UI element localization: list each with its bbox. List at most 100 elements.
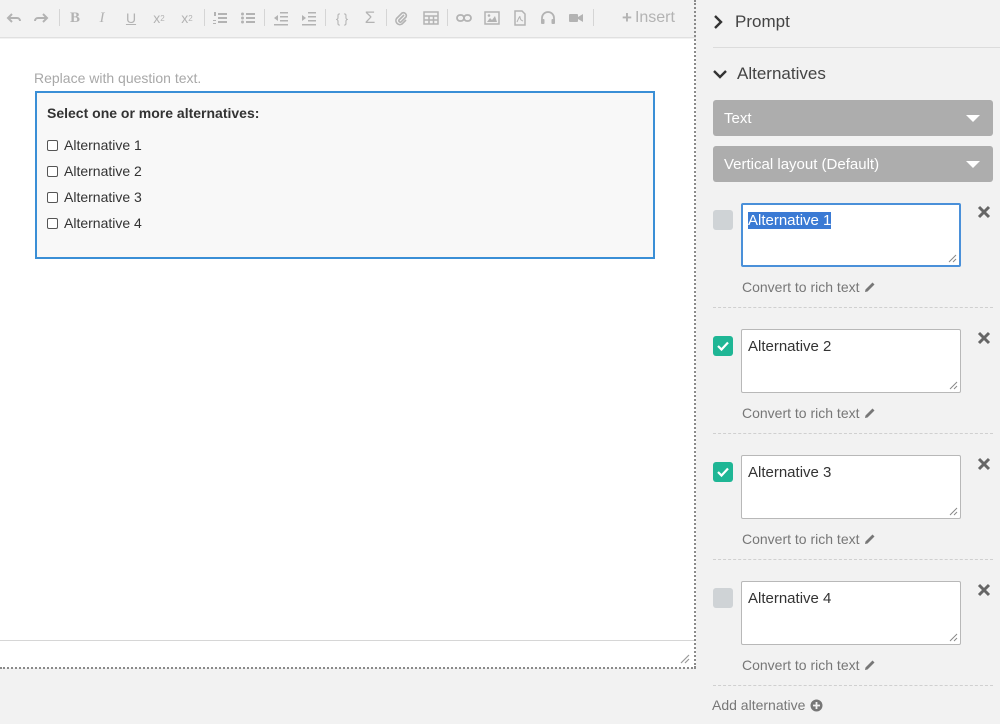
insert-button[interactable]: + Insert <box>622 8 675 28</box>
remove-icon[interactable] <box>977 583 991 597</box>
checkmark-icon <box>717 341 729 352</box>
underline-icon[interactable]: U <box>120 8 142 28</box>
correct-checkbox[interactable] <box>713 210 733 230</box>
remove-icon[interactable] <box>977 205 991 219</box>
question-text-placeholder[interactable]: Replace with question text. <box>34 70 201 86</box>
indent-icon[interactable] <box>298 8 320 28</box>
divider <box>713 47 1000 48</box>
choice-preview-item: Alternative 4 <box>47 215 142 231</box>
attachment-icon[interactable] <box>390 8 412 28</box>
choice-prompt: Select one or more alternatives: <box>47 105 260 121</box>
question-editor: B I U x2 x2 { } Σ + Insert Replace with … <box>0 0 696 724</box>
alternative-type-value: Text <box>724 109 752 127</box>
toolbar-separator <box>59 9 60 26</box>
prompt-section-label: Prompt <box>735 12 790 31</box>
add-alternative-label: Add alternative <box>712 697 806 713</box>
panel-splitter[interactable] <box>694 0 696 668</box>
pencil-icon <box>864 282 874 292</box>
divider <box>713 685 993 686</box>
correct-checkbox[interactable] <box>713 462 733 482</box>
prompt-section-toggle[interactable]: Prompt <box>711 12 790 32</box>
plus-icon: + <box>622 8 632 27</box>
caret-down-icon <box>966 161 980 168</box>
plus-circle-icon <box>810 699 823 711</box>
convert-to-rich-text-link[interactable]: Convert to rich text <box>742 531 876 547</box>
textarea-resize-icon[interactable] <box>949 507 958 516</box>
table-icon[interactable] <box>420 8 442 28</box>
chevron-right-icon <box>714 15 723 29</box>
editor-toolbar: B I U x2 x2 { } Σ + Insert <box>0 0 696 38</box>
pencil-icon <box>864 534 874 544</box>
superscript-icon[interactable]: x2 <box>176 8 198 28</box>
italic-icon[interactable]: I <box>91 8 113 28</box>
caret-down-icon <box>966 115 980 122</box>
choice-label: Alternative 4 <box>64 215 142 231</box>
toolbar-separator <box>264 9 265 26</box>
editor-canvas[interactable]: Replace with question text. Select one o… <box>0 39 696 640</box>
toolbar-separator <box>447 9 448 26</box>
sigma-icon[interactable]: Σ <box>359 8 381 28</box>
alternative-text-input[interactable]: Alternative 1 <box>741 203 961 267</box>
correct-checkbox[interactable] <box>713 588 733 608</box>
code-braces-icon[interactable]: { } <box>331 8 353 28</box>
alternative-item: Alternative 1 Convert to rich text <box>697 203 1000 329</box>
choice-preview-item: Alternative 2 <box>47 163 142 179</box>
textarea-resize-icon[interactable] <box>949 633 958 642</box>
remove-icon[interactable] <box>977 457 991 471</box>
alternative-text-input[interactable]: Alternative 3 <box>741 455 961 519</box>
convert-to-rich-text-link[interactable]: Convert to rich text <box>742 405 876 421</box>
properties-panel: Prompt Alternatives Text Vertical layout… <box>697 0 1000 724</box>
choice-label: Alternative 3 <box>64 189 142 205</box>
alternative-text-input[interactable]: Alternative 4 <box>741 581 961 645</box>
resize-grip-icon[interactable] <box>680 654 690 664</box>
outdent-icon[interactable] <box>270 8 292 28</box>
alternative-item: Alternative 3 Convert to rich text <box>697 455 1000 581</box>
image-icon[interactable] <box>481 8 503 28</box>
unordered-list-icon[interactable] <box>237 8 259 28</box>
add-alternative-button[interactable]: Add alternative <box>712 697 823 713</box>
choice-interaction-block[interactable]: Select one or more alternatives: Alterna… <box>35 91 655 259</box>
remove-icon[interactable] <box>977 331 991 345</box>
alternatives-section-label: Alternatives <box>737 64 826 83</box>
alternative-text-input[interactable]: Alternative 2 <box>741 329 961 393</box>
editor-statusbar <box>0 640 696 668</box>
pencil-icon <box>864 660 874 670</box>
choice-label: Alternative 2 <box>64 163 142 179</box>
choice-checkbox[interactable] <box>47 191 58 203</box>
correct-checkbox[interactable] <box>713 336 733 356</box>
layout-select[interactable]: Vertical layout (Default) <box>713 146 993 182</box>
toolbar-separator <box>204 9 205 26</box>
alternative-type-select[interactable]: Text <box>713 100 993 136</box>
divider <box>713 433 993 434</box>
choice-preview-item: Alternative 3 <box>47 189 142 205</box>
convert-to-rich-text-link[interactable]: Convert to rich text <box>742 657 876 673</box>
alternative-item: Alternative 4 Convert to rich text <box>697 581 1000 707</box>
choice-label: Alternative 1 <box>64 137 142 153</box>
link-icon[interactable] <box>453 8 475 28</box>
alternatives-section-toggle[interactable]: Alternatives <box>713 64 826 84</box>
subscript-icon[interactable]: x2 <box>148 8 170 28</box>
audio-icon[interactable] <box>537 8 559 28</box>
insert-label: Insert <box>634 9 675 26</box>
ordered-list-icon[interactable] <box>209 8 231 28</box>
pencil-icon <box>864 408 874 418</box>
choice-checkbox[interactable] <box>47 165 58 177</box>
alternative-item: Alternative 2 Convert to rich text <box>697 329 1000 455</box>
chevron-down-icon <box>713 70 727 79</box>
divider <box>713 307 993 308</box>
layout-value: Vertical layout (Default) <box>724 155 880 173</box>
toolbar-separator <box>593 9 594 26</box>
video-icon[interactable] <box>565 8 587 28</box>
editor-border-bottom <box>0 667 696 669</box>
redo-icon[interactable] <box>30 8 52 28</box>
textarea-resize-icon[interactable] <box>948 254 957 263</box>
toolbar-separator <box>386 9 387 26</box>
choice-checkbox[interactable] <box>47 217 58 229</box>
textarea-resize-icon[interactable] <box>949 381 958 390</box>
bold-icon[interactable]: B <box>64 8 86 28</box>
choice-checkbox[interactable] <box>47 139 58 151</box>
pdf-icon[interactable] <box>509 8 531 28</box>
divider <box>713 559 993 560</box>
convert-to-rich-text-link[interactable]: Convert to rich text <box>742 279 876 295</box>
undo-icon[interactable] <box>3 8 25 28</box>
